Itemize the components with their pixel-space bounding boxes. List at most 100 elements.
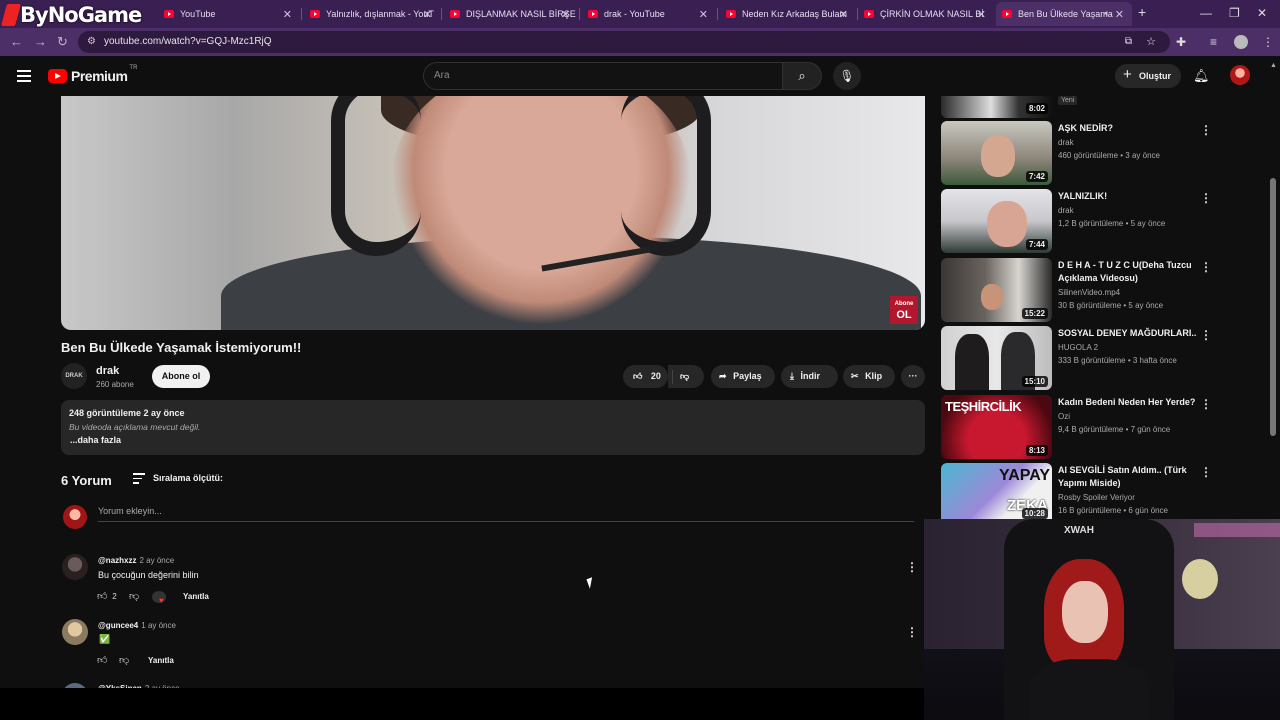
related-channel[interactable]: Rosby Spoiler Veriyor <box>1058 493 1135 502</box>
comment-author[interactable]: @guncee4 1 ay önce <box>98 621 176 630</box>
more-options-icon[interactable]: ⋮ <box>1200 328 1212 342</box>
new-tab-button[interactable]: + <box>1138 4 1146 20</box>
bookmark-star-icon[interactable]: ☆ <box>1146 31 1156 53</box>
channel-name[interactable]: drak <box>96 365 119 377</box>
more-actions-button[interactable]: ··· <box>901 365 925 388</box>
comment-like-button[interactable]: 👍︎ 2 <box>97 590 117 602</box>
subscribe-watermark[interactable]: Abone OL <box>890 296 918 324</box>
browser-tab-active[interactable]: Ben Bu Ülkede Yaşama 🔈︎ ✕ <box>996 2 1132 26</box>
search-placeholder: Ara <box>434 70 450 81</box>
tab-separator <box>441 8 442 20</box>
browser-tab[interactable]: drak - YouTube ✕ <box>582 2 716 26</box>
comment-author[interactable]: @nazhxzz 2 ay önce <box>98 556 174 565</box>
video-player[interactable]: Abone OL <box>61 96 925 330</box>
close-tab-icon[interactable]: ✕ <box>699 8 708 21</box>
more-options-icon[interactable]: ⋮ <box>1200 123 1212 137</box>
commenter-avatar[interactable] <box>62 619 88 645</box>
account-avatar[interactable] <box>1230 65 1250 85</box>
minimize-icon[interactable]: — <box>1200 6 1212 20</box>
like-button[interactable]: 👍︎ 20 <box>623 365 668 388</box>
close-window-icon[interactable]: ✕ <box>1257 6 1267 20</box>
youtube-premium-logo[interactable]: Premium TR <box>48 65 137 84</box>
subscribe-button[interactable]: Abone ol <box>152 365 210 388</box>
reading-list-icon[interactable]: ≡ <box>1210 35 1217 49</box>
related-channel[interactable]: drak <box>1058 206 1074 215</box>
comment-text: ✅ <box>99 634 111 644</box>
related-channel[interactable]: Ozi <box>1058 412 1070 421</box>
comment-menu-icon[interactable]: ⋮ <box>906 625 918 639</box>
hamburger-menu-icon[interactable] <box>17 70 31 85</box>
search-input[interactable]: Ara <box>423 62 783 90</box>
related-video[interactable]: 7:44 YALNIZLIK! drak 1,2 B görüntüleme •… <box>941 189 1212 253</box>
comment-dislike-button[interactable]: 👎︎ <box>129 590 139 602</box>
thumbnail-person-left <box>955 334 989 390</box>
comment-dislike-button[interactable]: 👎︎ <box>119 654 129 666</box>
sort-button[interactable]: Sıralama ölçütü: <box>153 473 223 483</box>
page-scrollbar-thumb[interactable] <box>1270 178 1276 436</box>
dislike-button[interactable]: 👎︎ <box>668 365 704 388</box>
url-field[interactable]: ⚙ youtube.com/watch?v=GQJ-Mzc1RjQ ⧉ ☆ <box>78 31 1170 53</box>
notifications-bell-icon[interactable]: 🔔︎ <box>1193 68 1210 84</box>
related-channel[interactable]: SilinenVideo.mp4 <box>1058 288 1120 297</box>
streamer-body <box>1029 659 1149 720</box>
reload-icon[interactable]: ↻ <box>57 34 68 50</box>
related-channel[interactable]: HUGOLA 2 <box>1058 343 1098 352</box>
profile-icon[interactable] <box>1234 35 1248 49</box>
related-video[interactable]: 8:02 Yeni <box>941 96 1211 118</box>
forward-icon[interactable]: → <box>34 34 47 49</box>
show-more-link[interactable]: ...daha fazla <box>70 435 121 445</box>
close-tab-icon[interactable]: ✕ <box>423 8 432 21</box>
restore-icon[interactable]: ❐ <box>1229 6 1240 20</box>
close-tab-icon[interactable]: ✕ <box>977 8 986 21</box>
share-button[interactable]: ➦ Paylaş <box>711 365 775 388</box>
more-options-icon[interactable]: ⋮ <box>1200 191 1212 205</box>
back-icon[interactable]: ← <box>10 34 23 49</box>
search-button[interactable]: ⌕ <box>782 62 822 90</box>
browser-tab[interactable]: Neden Kız Arkadaş Bulam ✕ <box>720 2 856 26</box>
search-icon: ⌕ <box>798 68 806 83</box>
browser-tab[interactable]: ÇİRKİN OLMAK NASIL Bİ ✕ <box>858 2 994 26</box>
related-video[interactable]: 15:22 D E H A - T U Z C U(Deha Tuzcu Açı… <box>941 258 1212 322</box>
comment-menu-icon[interactable]: ⋮ <box>906 560 918 574</box>
channel-avatar[interactable]: DRAK <box>61 363 87 389</box>
more-options-icon[interactable]: ⋮ <box>1200 465 1212 479</box>
download-button[interactable]: ⤓ İndir <box>781 365 838 388</box>
tab-separator <box>717 8 718 20</box>
related-video[interactable]: YAPAY ZEKA 10:28 AI SEVGİLİ Satın Aldım.… <box>941 463 1212 519</box>
reply-button[interactable]: Yanıtla <box>183 592 209 601</box>
scroll-up-arrow-icon[interactable]: ▲ <box>1270 62 1277 69</box>
comment-like-button[interactable]: 👍︎ <box>97 654 107 666</box>
related-channel[interactable]: drak <box>1058 138 1074 147</box>
close-tab-icon[interactable]: ✕ <box>561 8 570 21</box>
menu-dots-icon[interactable]: ⋮ <box>1262 35 1274 49</box>
related-video[interactable]: 15:10 SOSYAL DENEY MAĞDURLARI.. HUGOLA 2… <box>941 326 1212 390</box>
related-video[interactable]: TEŞHİRCİLİK 8:13 Kadın Bedeni Neden Her … <box>941 395 1212 459</box>
youtube-favicon-icon <box>164 10 174 18</box>
close-tab-icon[interactable]: ✕ <box>283 8 292 21</box>
browser-tab[interactable]: YouTube ✕ <box>158 2 300 26</box>
extensions-icon[interactable]: ✚ <box>1176 35 1186 49</box>
description-box[interactable]: 248 görüntüleme 2 ay önce Bu videoda açı… <box>61 400 925 455</box>
more-options-icon[interactable]: ⋮ <box>1200 397 1212 411</box>
browser-tab[interactable]: DIŞLANMAK NASIL BİRŞE ✕ <box>444 2 578 26</box>
close-tab-icon[interactable]: ✕ <box>839 8 848 21</box>
create-button[interactable]: Oluştur <box>1115 63 1181 88</box>
related-title: Kadın Bedeni Neden Her Yerde? <box>1058 397 1196 407</box>
video-duration: 8:02 <box>1025 103 1048 114</box>
more-options-icon[interactable]: ⋮ <box>1200 260 1212 274</box>
video-duration: 7:44 <box>1025 239 1048 250</box>
clip-button[interactable]: ✂ Klip <box>843 365 895 388</box>
install-app-icon[interactable]: ⧉ <box>1125 31 1132 53</box>
browser-tab[interactable]: Yalnızlık, dışlanmak - YouT ✕ <box>304 2 440 26</box>
tab-label: DIŞLANMAK NASIL BİRŞE <box>466 9 576 19</box>
site-info-icon[interactable]: ⚙ <box>87 31 96 53</box>
reply-button[interactable]: Yanıtla <box>148 656 174 665</box>
commenter-avatar[interactable] <box>62 554 88 580</box>
sort-icon[interactable] <box>133 473 145 487</box>
speaker-icon[interactable]: 🔈︎ <box>1105 8 1110 19</box>
related-video[interactable]: 7:42 AŞK NEDİR? drak 460 görüntüleme • 3… <box>941 121 1212 185</box>
voice-search-button[interactable]: 🎙︎ <box>833 62 861 90</box>
close-tab-icon[interactable]: ✕ <box>1115 8 1124 21</box>
headphone-left <box>331 96 421 256</box>
add-comment-input[interactable]: Yorum ekleyin... <box>98 506 914 522</box>
